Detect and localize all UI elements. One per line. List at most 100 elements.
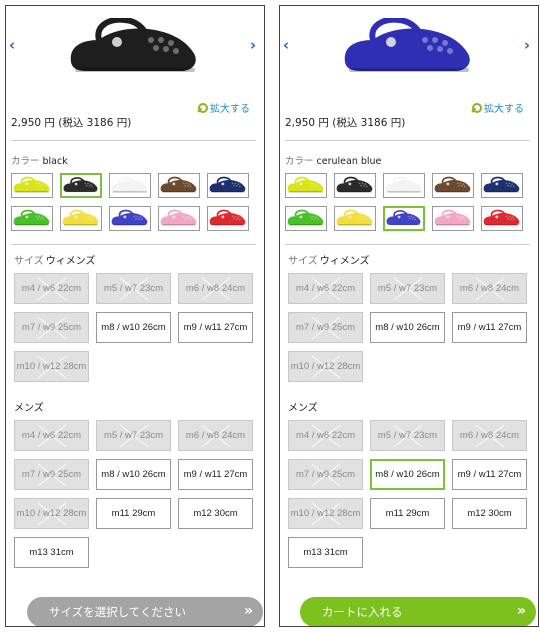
size-option[interactable]: m8 / w10 26cm <box>96 312 171 343</box>
mens-label: メンズ <box>288 403 318 414</box>
zoom-link[interactable]: 拡大する <box>472 100 524 115</box>
size-option-label: m8 / w10 26cm <box>375 321 440 333</box>
size-option: m6 / w8 24cm <box>178 273 253 304</box>
color-swatch[interactable] <box>285 206 327 231</box>
product-panel-left: ‹ › 拡大する 2,950 円 (税込 3186 円) カラー black サ… <box>5 5 265 627</box>
color-swatch[interactable] <box>109 173 151 198</box>
color-swatch[interactable] <box>158 173 200 198</box>
select-size-button[interactable]: サイズを選択してください » <box>27 597 263 626</box>
size-option-label: m4 / w6 22cm <box>21 282 82 294</box>
womens-size-heading: サイズ ウィメンズ <box>288 252 370 267</box>
size-option[interactable]: m9 / w11 27cm <box>452 312 527 343</box>
price: 2,950 円 (税込 3186 円) <box>285 117 406 129</box>
size-option-label: m12 30cm <box>193 507 238 519</box>
color-heading: カラー black <box>11 153 68 167</box>
cta-label: カートに入れる <box>322 605 403 619</box>
size-option-label: m10 / w12 28cm <box>16 507 87 519</box>
size-option-label: m4 / w6 22cm <box>295 282 356 294</box>
product-image[interactable] <box>280 10 538 86</box>
size-option-label: m5 / w7 23cm <box>103 429 164 441</box>
product-image[interactable] <box>6 10 264 86</box>
mens-size-grid: m4 / w6 22cm m5 / w7 23cm m6 / w8 24cm m7 /… <box>14 420 260 568</box>
size-option-label: m12 30cm <box>467 507 512 519</box>
womens-size-grid: m4 / w6 22cm m5 / w7 23cm m6 / w8 24cm m7 /… <box>14 273 260 382</box>
womens-label: ウィメンズ <box>319 256 370 267</box>
size-option[interactable]: m8 / w10 26cm <box>370 459 445 490</box>
zoom-label: 拡大する <box>210 104 250 115</box>
color-swatch[interactable] <box>11 206 53 231</box>
zoom-link[interactable]: 拡大する <box>198 100 250 115</box>
size-option: m5 / w7 23cm <box>370 273 445 304</box>
color-value: black <box>42 156 68 167</box>
size-option: m6 / w8 24cm <box>452 420 527 451</box>
size-option[interactable]: m9 / w11 27cm <box>178 459 253 490</box>
size-option[interactable]: m9 / w11 27cm <box>178 312 253 343</box>
size-option[interactable]: m12 30cm <box>178 498 253 529</box>
color-heading: カラー cerulean blue <box>285 153 381 167</box>
size-option[interactable]: m11 29cm <box>370 498 445 529</box>
cta-label: サイズを選択してください <box>49 605 186 619</box>
size-option: m4 / w6 22cm <box>14 273 89 304</box>
size-option[interactable]: m8 / w10 26cm <box>370 312 445 343</box>
mens-size-heading: メンズ <box>288 399 318 414</box>
size-option[interactable]: m11 29cm <box>96 498 171 529</box>
size-option-label: m9 / w11 27cm <box>457 468 522 480</box>
size-option: m10 / w12 28cm <box>288 498 363 529</box>
size-option: m10 / w12 28cm <box>14 351 89 382</box>
size-option-label: m8 / w10 26cm <box>101 468 166 480</box>
color-swatch[interactable] <box>334 173 376 198</box>
price: 2,950 円 (税込 3186 円) <box>11 117 132 129</box>
size-option[interactable]: m8 / w10 26cm <box>96 459 171 490</box>
chevron-left-icon[interactable]: ‹ <box>9 36 15 54</box>
womens-size-heading: サイズ ウィメンズ <box>14 252 96 267</box>
size-option-label: m10 / w12 28cm <box>290 360 361 372</box>
size-option-label: m9 / w11 27cm <box>183 321 248 333</box>
color-swatch[interactable] <box>383 173 425 198</box>
size-option-label: m9 / w11 27cm <box>183 468 248 480</box>
size-option-label: m6 / w8 24cm <box>459 429 520 441</box>
color-swatch[interactable] <box>285 173 327 198</box>
size-option: m7 / w9 25cm <box>288 312 363 343</box>
color-swatch[interactable] <box>481 173 523 198</box>
color-swatch[interactable] <box>481 206 523 231</box>
color-swatch[interactable] <box>207 206 249 231</box>
womens-size-grid: m4 / w6 22cm m5 / w7 23cm m6 / w8 24cm m7 /… <box>288 273 534 382</box>
size-option-label: m5 / w7 23cm <box>103 282 164 294</box>
size-option[interactable]: m13 31cm <box>288 537 363 568</box>
size-option[interactable]: m13 31cm <box>14 537 89 568</box>
add-to-cart-button[interactable]: カートに入れる » <box>300 597 536 626</box>
size-option-label: m6 / w8 24cm <box>185 429 246 441</box>
size-option-label: m4 / w6 22cm <box>21 429 82 441</box>
size-option: m10 / w12 28cm <box>14 498 89 529</box>
chevron-right-icon[interactable]: › <box>524 36 530 54</box>
size-option: m4 / w6 22cm <box>288 273 363 304</box>
color-swatch[interactable] <box>60 173 102 198</box>
color-swatch[interactable] <box>158 206 200 231</box>
size-option-label: m11 29cm <box>385 507 430 519</box>
mens-size-grid: m4 / w6 22cm m5 / w7 23cm m6 / w8 24cm m7 /… <box>288 420 534 568</box>
size-option-label: m5 / w7 23cm <box>377 282 438 294</box>
size-option: m4 / w6 22cm <box>288 420 363 451</box>
color-swatch[interactable] <box>432 173 474 198</box>
color-swatches <box>285 173 535 231</box>
size-option[interactable]: m12 30cm <box>452 498 527 529</box>
color-swatches <box>11 173 261 231</box>
chevron-left-icon[interactable]: ‹ <box>283 36 289 54</box>
size-option: m6 / w8 24cm <box>452 273 527 304</box>
size-option-label: m6 / w8 24cm <box>185 282 246 294</box>
size-option-label: m11 29cm <box>111 507 156 519</box>
divider <box>11 244 256 245</box>
color-swatch[interactable] <box>432 206 474 231</box>
size-option: m7 / w9 25cm <box>14 459 89 490</box>
color-swatch[interactable] <box>60 206 102 231</box>
color-swatch[interactable] <box>334 206 376 231</box>
size-option: m5 / w7 23cm <box>370 420 445 451</box>
color-swatch[interactable] <box>383 206 425 231</box>
color-swatch[interactable] <box>207 173 249 198</box>
color-swatch[interactable] <box>109 206 151 231</box>
divider <box>285 244 530 245</box>
chevron-right-icon[interactable]: › <box>250 36 256 54</box>
size-option[interactable]: m9 / w11 27cm <box>452 459 527 490</box>
color-swatch[interactable] <box>11 173 53 198</box>
magnifier-icon <box>472 102 482 113</box>
